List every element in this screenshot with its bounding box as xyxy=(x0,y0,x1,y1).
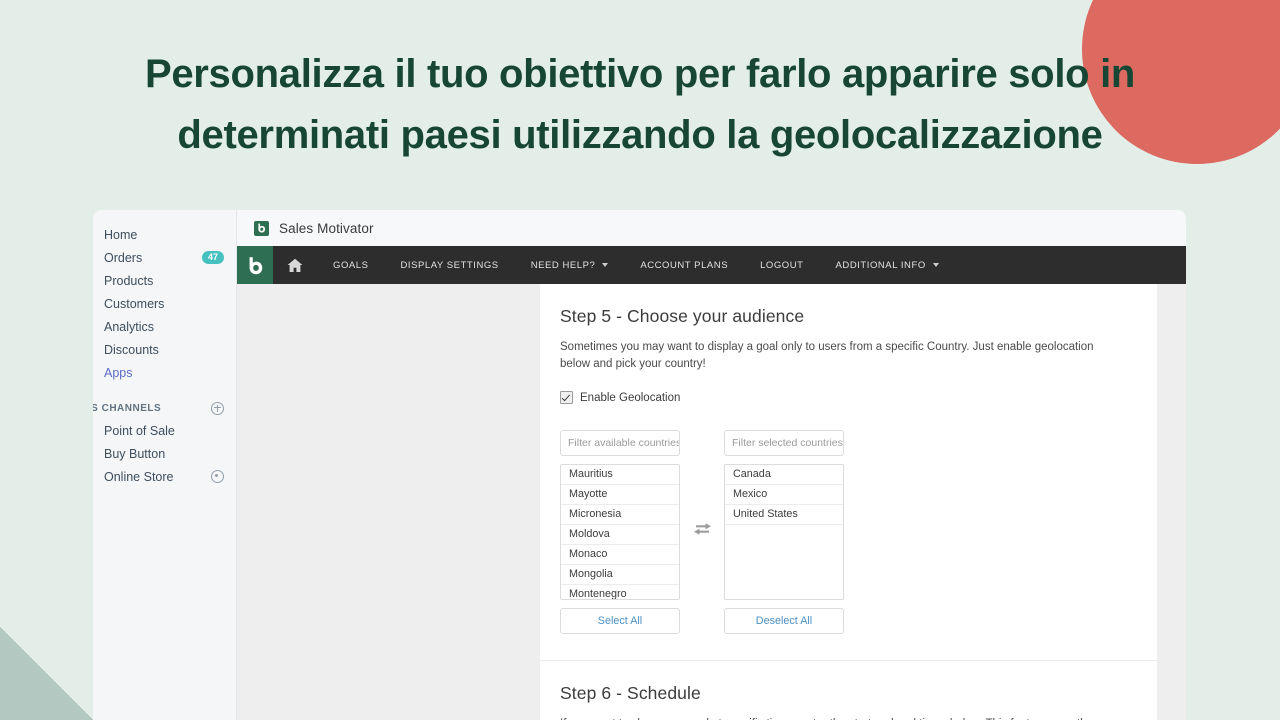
country-dual-list: Filter available countries Mauritius May… xyxy=(560,430,1137,634)
selected-countries-filter-input[interactable]: Filter selected countries xyxy=(724,430,844,456)
page-title: Personalizza il tuo obiettivo per farlo … xyxy=(90,44,1190,166)
sales-channels-label: ES CHANNELS xyxy=(93,402,162,414)
browser-window: Home Orders 47 Products Customers Analyt… xyxy=(93,210,1186,720)
sidebar-item-online-store[interactable]: Online Store xyxy=(93,465,236,488)
navbar-link-logout[interactable]: LOGOUT xyxy=(744,246,819,284)
sidebar-item-label: Analytics xyxy=(104,319,155,334)
list-item[interactable]: Mauritius xyxy=(561,465,679,485)
sidebar-item-label: Discounts xyxy=(104,342,159,357)
chevron-down-icon xyxy=(602,263,609,267)
select-all-button[interactable]: Select All xyxy=(560,608,680,634)
sidebar-item-label: Buy Button xyxy=(104,446,166,461)
navbar-link-label: NEED HELP? xyxy=(530,259,596,271)
navbar-link-need-help[interactable]: NEED HELP? xyxy=(515,246,625,284)
swap-arrows-icon xyxy=(680,430,724,536)
available-countries-listbox[interactable]: Mauritius Mayotte Micronesia Moldova Mon… xyxy=(560,464,680,600)
step-5-section: Step 5 - Choose your audience Sometimes … xyxy=(540,284,1157,661)
step-6-title: Step 6 - Schedule xyxy=(560,683,701,703)
step-5-description: Sometimes you may want to display a goal… xyxy=(560,341,1094,370)
sidebar-item-apps[interactable]: Apps xyxy=(93,361,236,384)
sidebar-item-label: Point of Sale xyxy=(104,423,175,438)
sidebar-item-discounts[interactable]: Discounts xyxy=(93,338,236,361)
navbar-home-icon[interactable] xyxy=(273,246,317,284)
sidebar-item-buy-button[interactable]: Buy Button xyxy=(93,442,236,465)
headline-line-2: determinati paesi utilizzando la geoloca… xyxy=(177,113,1103,157)
selected-countries-listbox[interactable]: Canada Mexico United States xyxy=(724,464,844,600)
step-6-description: If you want to show your goal at specifi… xyxy=(560,716,1126,720)
enable-geolocation-checkbox[interactable] xyxy=(560,391,573,404)
navbar-link-label: ADDITIONAL INFO xyxy=(835,259,926,271)
app-titlebar: Sales Motivator xyxy=(237,210,1186,246)
sidebar-primary-nav: Home Orders 47 Products Customers Analyt… xyxy=(93,210,236,384)
list-item[interactable]: Canada xyxy=(725,465,843,485)
navbar-link-goals[interactable]: GOALS xyxy=(317,246,385,284)
sidebar-item-products[interactable]: Products xyxy=(93,269,236,292)
sidebar-item-home[interactable]: Home xyxy=(93,223,236,246)
sidebar-item-label: Home xyxy=(104,227,138,242)
headline-line-1: Personalizza il tuo obiettivo per farlo … xyxy=(144,52,1136,96)
enable-geolocation-row[interactable]: Enable Geolocation xyxy=(560,391,1137,404)
list-item[interactable]: Mexico xyxy=(725,485,843,505)
deselect-all-button[interactable]: Deselect All xyxy=(724,608,844,634)
decorative-triangle xyxy=(0,627,93,720)
available-countries-filter-input[interactable]: Filter available countries xyxy=(560,430,680,456)
list-item[interactable]: Micronesia xyxy=(561,505,679,525)
shop-sidebar: Home Orders 47 Products Customers Analyt… xyxy=(93,210,237,720)
app-navbar: GOALS DISPLAY SETTINGS NEED HELP? ACCOUN… xyxy=(237,246,1186,284)
sidebar-item-analytics[interactable]: Analytics xyxy=(93,315,236,338)
list-item[interactable]: Moldova xyxy=(561,525,679,545)
navbar-brand-logo[interactable] xyxy=(237,246,273,284)
enable-geolocation-label: Enable Geolocation xyxy=(580,391,681,404)
list-item[interactable]: Mayotte xyxy=(561,485,679,505)
card-scroll-region[interactable]: Step 5 - Choose your audience Sometimes … xyxy=(540,284,1157,720)
sidebar-sales-channels: ES CHANNELS Point of Sale Buy Button Onl… xyxy=(93,397,236,488)
sidebar-item-orders[interactable]: Orders 47 xyxy=(93,246,236,269)
list-item[interactable]: Montenegro xyxy=(561,585,679,599)
embedded-app-frame: Sales Motivator GOALS DISPLAY SETTINGS N… xyxy=(237,210,1186,720)
settings-card: Step 5 - Choose your audience Sometimes … xyxy=(540,284,1157,720)
navbar-link-additional-info[interactable]: ADDITIONAL INFO xyxy=(820,246,955,284)
list-item[interactable]: Mongolia xyxy=(561,565,679,585)
sales-channels-header: ES CHANNELS xyxy=(93,397,236,419)
sidebar-item-label: Apps xyxy=(104,365,133,380)
app-title: Sales Motivator xyxy=(279,220,374,236)
app-content-area: Step 5 - Choose your audience Sometimes … xyxy=(237,284,1186,720)
navbar-link-display-settings[interactable]: DISPLAY SETTINGS xyxy=(385,246,515,284)
preview-store-icon[interactable] xyxy=(211,470,224,483)
orders-count-badge: 47 xyxy=(201,250,224,265)
sidebar-item-label: Products xyxy=(104,273,154,288)
add-channel-icon[interactable] xyxy=(211,401,224,415)
available-countries-column: Filter available countries Mauritius May… xyxy=(560,430,680,634)
navbar-link-label: LOGOUT xyxy=(760,259,804,271)
navbar-link-label: DISPLAY SETTINGS xyxy=(400,259,499,271)
sidebar-item-point-of-sale[interactable]: Point of Sale xyxy=(93,419,236,442)
sidebar-item-customers[interactable]: Customers xyxy=(93,292,236,315)
list-item[interactable]: United States xyxy=(725,505,843,525)
b-logo-icon xyxy=(254,220,269,236)
sidebar-item-label: Customers xyxy=(104,296,165,311)
navbar-link-label: ACCOUNT PLANS xyxy=(640,259,729,271)
selected-countries-column: Filter selected countries Canada Mexico … xyxy=(724,430,844,634)
sidebar-item-label: Orders xyxy=(104,250,143,265)
list-item[interactable]: Monaco xyxy=(561,545,679,565)
chevron-down-icon xyxy=(932,263,939,267)
step-5-title: Step 5 - Choose your audience xyxy=(560,306,805,326)
step-6-section: Step 6 - Schedule If you want to show yo… xyxy=(560,661,1137,720)
sidebar-item-label: Online Store xyxy=(104,469,174,484)
navbar-link-label: GOALS xyxy=(333,259,369,271)
navbar-link-account-plans[interactable]: ACCOUNT PLANS xyxy=(624,246,744,284)
